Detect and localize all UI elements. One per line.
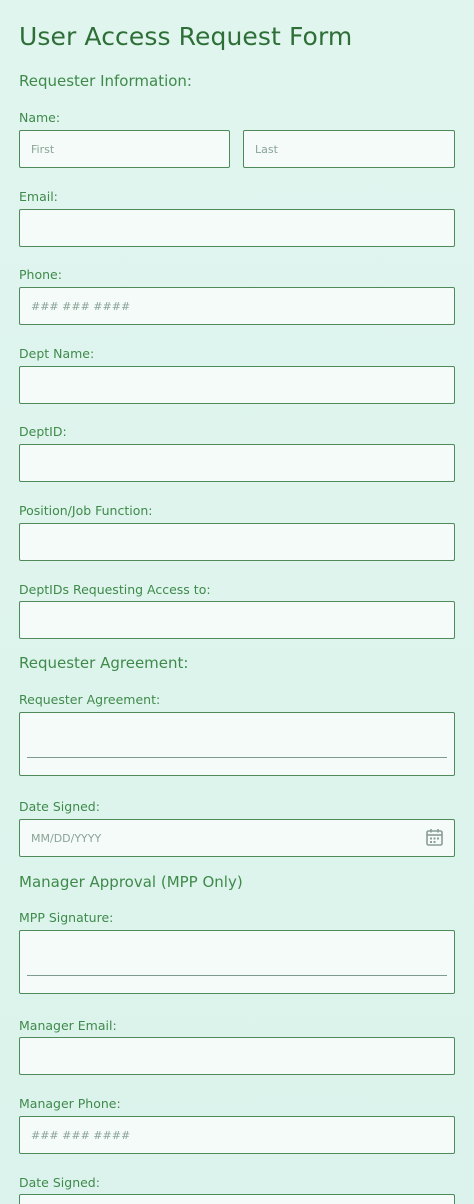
section-requester-agreement: Requester Agreement:	[19, 654, 189, 672]
dept-name-input[interactable]	[19, 366, 455, 404]
position-label: Position/Job Function:	[19, 503, 153, 518]
date-signed-label: Date Signed:	[19, 799, 100, 814]
first-name-input[interactable]	[19, 130, 230, 168]
page-title: User Access Request Form	[19, 22, 353, 51]
manager-date-signed-input[interactable]	[19, 1194, 455, 1204]
position-input[interactable]	[19, 523, 455, 561]
requester-agreement-label: Requester Agreement:	[19, 692, 161, 707]
mpp-signature-pad[interactable]	[19, 930, 455, 994]
section-manager-approval: Manager Approval (MPP Only)	[19, 873, 243, 891]
date-signed-wrapper	[19, 819, 455, 857]
calendar-icon[interactable]	[426, 828, 443, 846]
last-name-input[interactable]	[243, 130, 455, 168]
date-signed-input[interactable]	[19, 819, 455, 857]
manager-email-label: Manager Email:	[19, 1018, 117, 1033]
requester-signature-pad[interactable]	[19, 712, 455, 776]
dept-id-input[interactable]	[19, 444, 455, 482]
dept-ids-access-input[interactable]	[19, 601, 455, 639]
manager-phone-label: Manager Phone:	[19, 1096, 121, 1111]
dept-name-label: Dept Name:	[19, 346, 95, 361]
dept-id-label: DeptID:	[19, 424, 67, 439]
dept-ids-access-label: DeptIDs Requesting Access to:	[19, 582, 211, 597]
manager-phone-input[interactable]	[19, 1116, 455, 1154]
signature-line	[27, 757, 447, 758]
name-label: Name:	[19, 110, 61, 125]
manager-email-input[interactable]	[19, 1037, 455, 1075]
phone-label: Phone:	[19, 267, 62, 282]
signature-line	[27, 975, 447, 976]
manager-date-signed-label: Date Signed:	[19, 1175, 100, 1190]
email-label: Email:	[19, 189, 58, 204]
email-input[interactable]	[19, 209, 455, 247]
form-page: User Access Request Form Requester Infor…	[0, 0, 474, 1204]
mpp-signature-label: MPP Signature:	[19, 910, 114, 925]
section-requester-information: Requester Information:	[19, 72, 192, 90]
phone-input[interactable]	[19, 287, 455, 325]
